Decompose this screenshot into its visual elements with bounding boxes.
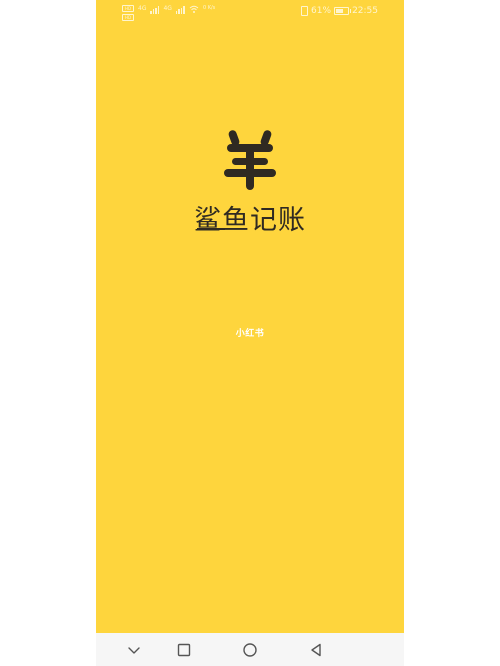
battery-percent: 61% [311,6,332,16]
yen-sheep-icon [224,130,276,190]
home-circle-icon[interactable] [240,640,260,660]
status-bar: HD HD 4G 4G 0 K/s 61% 22:55 [96,0,404,24]
sim1-hd-tag: HD [122,5,134,12]
sim2-network-label: 4G [163,5,172,12]
sim1-network-label: 4G [138,5,147,12]
battery-icon [334,7,352,15]
vibrate-icon [301,6,309,16]
chevron-down-icon[interactable] [124,640,144,660]
navigation-bar [96,633,404,666]
splash-screen: HD HD 4G 4G 0 K/s 61% 22:55 鲨鱼记账 小红书 [96,0,404,666]
back-triangle-icon[interactable] [306,640,326,660]
watermark-text: 小红书 [235,329,265,339]
screen: HD HD 4G 4G 0 K/s 61% 22:55 鲨鱼记账 小红书 [0,0,500,666]
status-left-group: HD HD 4G 4G 0 K/s [122,5,215,21]
sim2-hd-tag: HD [122,14,134,21]
sim1-signal-icon [150,6,160,14]
recents-square-icon[interactable] [174,640,194,660]
status-right-group: 61% 22:55 [301,6,378,16]
clock: 22:55 [352,6,378,16]
sim2-signal-icon [175,6,185,14]
hd-tags: HD HD [122,5,134,21]
app-name: 鲨鱼记账 [194,205,306,236]
app-name-underline [197,228,225,230]
network-speed: 0 K/s [202,5,216,11]
wifi-icon [189,5,199,13]
battery-fill [336,9,343,13]
